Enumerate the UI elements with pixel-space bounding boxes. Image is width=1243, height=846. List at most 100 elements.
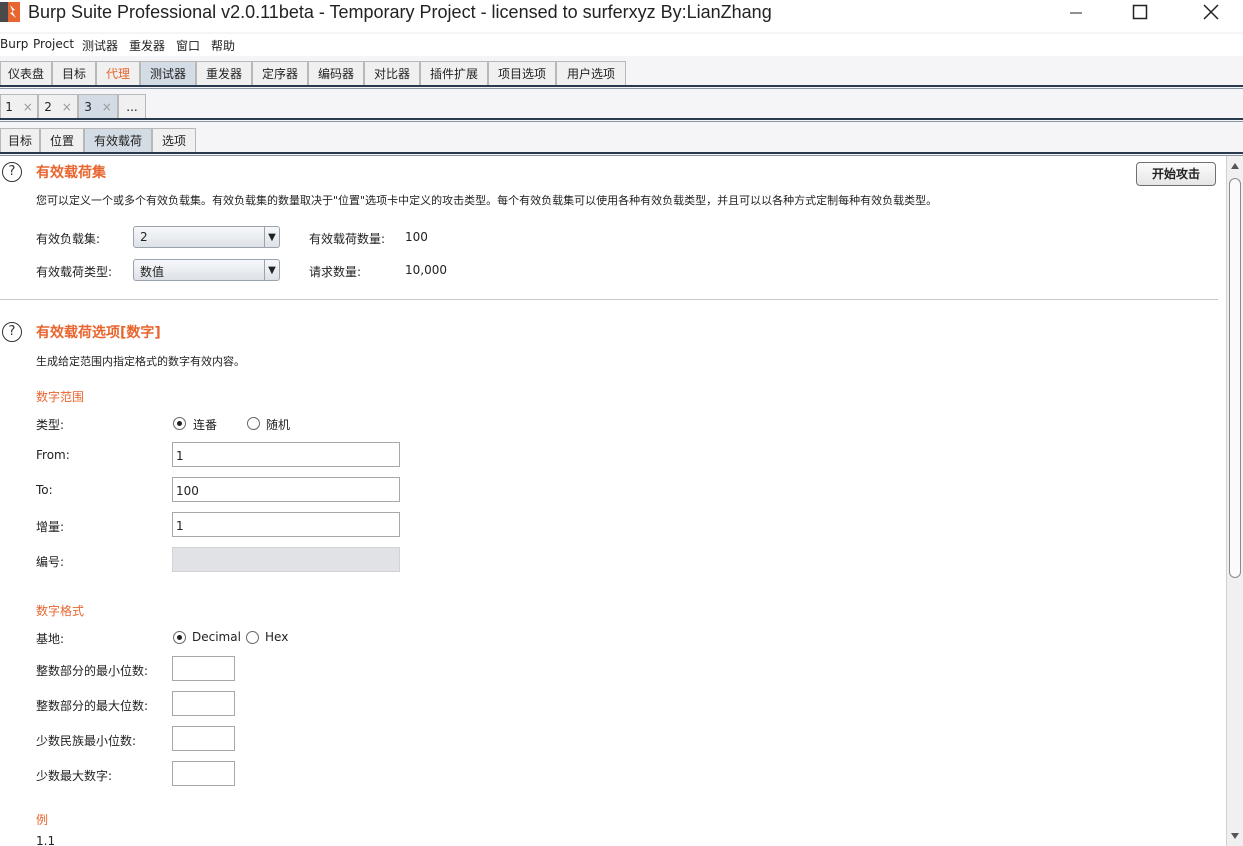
tab-dashboard[interactable]: 仪表盘	[0, 61, 52, 85]
sequential-radio[interactable]	[173, 417, 186, 430]
payload-sets-title: 有效载荷集	[36, 165, 106, 181]
main-tab-divider	[0, 85, 1243, 87]
title-bar: Burp Suite Professional v2.0.11beta - Te…	[0, 0, 1243, 32]
close-button[interactable]	[1188, 0, 1234, 24]
hex-radio[interactable]	[246, 631, 259, 644]
example-title: 例	[36, 813, 49, 827]
menu-intruder[interactable]: 测试器	[82, 37, 118, 54]
payload-count-label: 有效载荷数量:	[309, 232, 386, 246]
sub-tab-divider	[0, 152, 1243, 154]
start-attack-button[interactable]: 开始攻击	[1136, 162, 1216, 186]
menu-burp[interactable]: Burp	[0, 37, 28, 51]
from-input[interactable]: 1	[172, 442, 400, 467]
section-divider	[0, 299, 1218, 300]
decimal-radio[interactable]	[173, 631, 186, 644]
scroll-down-icon[interactable]	[1230, 832, 1240, 840]
min-fraction-digits-label: 少数民族最小位数:	[36, 734, 137, 748]
max-integer-digits-label: 整数部分的最大位数:	[36, 699, 149, 713]
tab-extender[interactable]: 插件扩展	[420, 61, 488, 85]
payload-set-select[interactable]: 2 ▼	[133, 226, 280, 248]
max-fraction-digits-input[interactable]	[172, 761, 235, 786]
vertical-scrollbar[interactable]	[1226, 156, 1243, 846]
minimize-button[interactable]	[1053, 0, 1099, 24]
dropdown-arrow-icon: ▼	[264, 260, 279, 280]
intruder-tab-divider-thin	[0, 121, 1243, 122]
dropdown-arrow-icon: ▼	[264, 227, 279, 247]
scroll-up-icon[interactable]	[1230, 162, 1240, 170]
main-tab-divider-thin	[0, 88, 1243, 89]
max-fraction-digits-label: 少数最大数字:	[36, 769, 113, 783]
maximize-icon	[1132, 4, 1148, 20]
intruder-tab-label: 1	[5, 100, 13, 114]
menu-project[interactable]: Project	[33, 37, 74, 51]
scrollbar-thumb[interactable]	[1229, 178, 1241, 578]
intruder-tab-label: 2	[44, 100, 52, 114]
how-many-label: 编号:	[36, 555, 65, 569]
payload-set-value: 2	[140, 230, 148, 244]
request-count-label: 请求数量:	[309, 265, 362, 279]
tab-project-options[interactable]: 项目选项	[488, 61, 556, 85]
help-icon[interactable]: ?	[2, 322, 22, 342]
random-radio[interactable]	[247, 417, 260, 430]
number-format-title: 数字格式	[36, 604, 85, 618]
min-integer-digits-label: 整数部分的最小位数:	[36, 664, 149, 678]
decimal-label: Decimal	[192, 630, 241, 644]
max-integer-digits-input[interactable]	[172, 691, 235, 716]
min-integer-digits-input[interactable]	[172, 656, 235, 681]
tab-comparer[interactable]: 对比器	[364, 61, 420, 85]
tab-payloads[interactable]: 有效载荷	[84, 128, 152, 152]
payload-options-description: 生成给定范围内指定格式的数字有效内容。	[36, 355, 245, 368]
menu-help[interactable]: 帮助	[211, 37, 235, 54]
tab-sequencer[interactable]: 定序器	[252, 61, 308, 85]
new-tab-button[interactable]: ...	[118, 94, 146, 118]
tab-repeater[interactable]: 重发器	[196, 61, 252, 85]
payload-count-value: 100	[405, 230, 428, 244]
menu-bar: Burp Project 测试器 重发器 窗口 帮助	[0, 34, 1243, 56]
intruder-tab-2[interactable]: 2 ×	[38, 94, 78, 118]
hex-label: Hex	[265, 630, 289, 644]
intruder-tab-1[interactable]: 1 ×	[0, 94, 38, 118]
intruder-tab-label: 3	[84, 100, 92, 114]
payload-options-title: 有效载荷选项[数字]	[36, 325, 161, 341]
example-value: 1.1	[36, 834, 56, 846]
how-many-input	[172, 547, 400, 572]
menu-window[interactable]: 窗口	[176, 37, 200, 54]
payloads-panel: ? 有效载荷集 开始攻击 您可以定义一个或多个有效负载集。有效负载集的数量取决于…	[0, 156, 1226, 846]
tab-decoder[interactable]: 编码器	[308, 61, 364, 85]
window-title: Burp Suite Professional v2.0.11beta - Te…	[28, 2, 772, 22]
to-label: To:	[36, 483, 53, 497]
to-input[interactable]: 100	[172, 477, 400, 502]
intruder-tab-3[interactable]: 3 ×	[78, 94, 118, 118]
burp-logo-icon	[0, 2, 20, 22]
close-tab-icon[interactable]: ×	[23, 100, 33, 114]
help-icon[interactable]: ?	[2, 162, 22, 182]
step-input[interactable]: 1	[172, 512, 400, 537]
payload-set-label: 有效负载集:	[36, 232, 101, 246]
intruder-tab-divider	[0, 118, 1243, 120]
tab-user-options[interactable]: 用户选项	[556, 61, 626, 85]
range-type-label: 类型:	[36, 418, 65, 432]
payload-type-select[interactable]: 数值 ▼	[133, 259, 280, 281]
tab-options[interactable]: 选项	[152, 128, 196, 152]
payload-type-label: 有效载荷类型:	[36, 265, 113, 279]
close-tab-icon[interactable]: ×	[102, 100, 112, 114]
tab-positions-target[interactable]: 目标	[0, 128, 40, 152]
maximize-button[interactable]	[1117, 0, 1163, 24]
tab-proxy[interactable]: 代理	[96, 61, 140, 85]
step-label: 增量:	[36, 520, 65, 534]
payload-sets-description: 您可以定义一个或多个有效负载集。有效负载集的数量取决于"位置"选项卡中定义的攻击…	[36, 194, 938, 207]
close-icon	[1203, 4, 1219, 20]
tab-target[interactable]: 目标	[52, 61, 96, 85]
close-tab-icon[interactable]: ×	[62, 100, 72, 114]
payload-type-value: 数值	[140, 265, 165, 279]
menu-repeater[interactable]: 重发器	[129, 37, 165, 54]
main-tab-bar: 仪表盘 目标 代理 测试器 重发器 定序器 编码器 对比器 插件扩展 项目选项 …	[0, 61, 1243, 87]
random-label: 随机	[266, 418, 291, 432]
number-range-title: 数字范围	[36, 390, 85, 404]
tab-intruder[interactable]: 测试器	[140, 61, 196, 85]
min-fraction-digits-input[interactable]	[172, 726, 235, 751]
tab-positions[interactable]: 位置	[40, 128, 84, 152]
from-label: From:	[36, 448, 70, 462]
base-label: 基地:	[36, 632, 65, 646]
sub-tab-bar: 目标 位置 有效载荷 选项	[0, 128, 1243, 154]
